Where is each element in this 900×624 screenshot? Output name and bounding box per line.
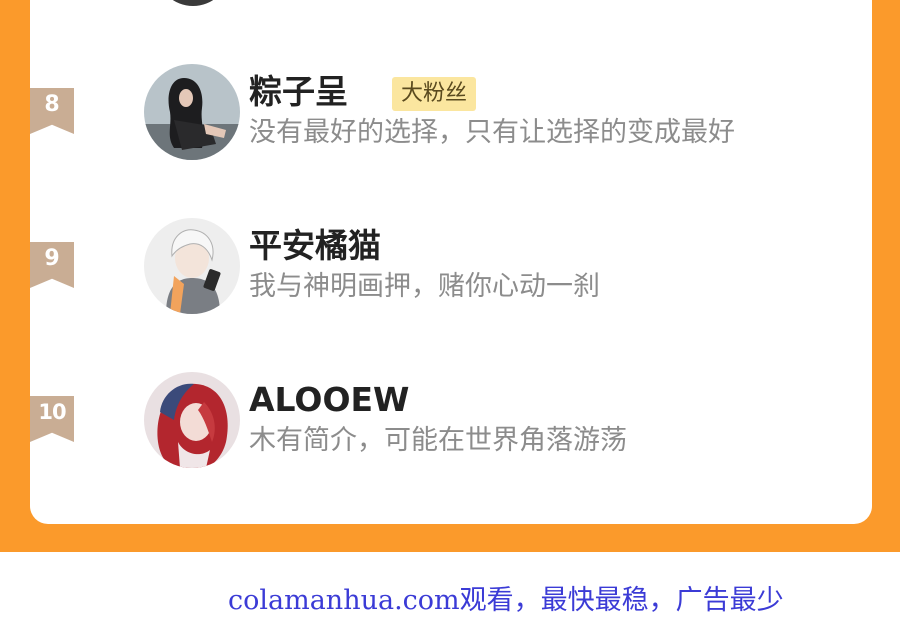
rank-badge: 10 bbox=[30, 396, 74, 442]
user-name[interactable]: ALOOEW bbox=[249, 380, 409, 420]
avatar-white-hair-boy-icon[interactable] bbox=[144, 218, 240, 314]
fan-level-tag: 大粉丝 bbox=[392, 77, 477, 111]
ranking-row-10[interactable]: 10 ALOOEW 木有简介，可能在世界角落游荡 bbox=[0, 368, 900, 478]
ranking-row-8[interactable]: 8 粽子呈 大粉丝 没有最好的选择，只有让选择的变成最好 bbox=[0, 60, 900, 170]
rank-number: 10 bbox=[38, 400, 66, 424]
avatar-red-hair-girl-icon[interactable] bbox=[144, 372, 240, 468]
user-bio: 木有简介，可能在世界角落游荡 bbox=[249, 425, 627, 456]
rank-badge: 8 bbox=[30, 88, 74, 134]
user-name[interactable]: 粽子呈 bbox=[249, 72, 348, 112]
rank-number: 8 bbox=[44, 92, 60, 117]
user-bio: 我与神明画押，赌你心动一刹 bbox=[249, 271, 600, 302]
avatar-girl-dark-hair-icon[interactable] bbox=[144, 64, 240, 160]
user-name[interactable]: 平安橘猫 bbox=[249, 226, 381, 266]
footer-banner: colamanhua.com观看，最快最稳，广告最少 bbox=[0, 552, 900, 624]
footer-watermark-text: colamanhua.com观看，最快最稳，广告最少 bbox=[228, 585, 784, 616]
rank-badge: 9 bbox=[30, 242, 74, 288]
ranking-row-9[interactable]: 9 平安橘猫 我与神明画押，赌你心动一刹 bbox=[0, 214, 900, 324]
rank-number: 9 bbox=[44, 246, 60, 271]
user-bio: 没有最好的选择，只有让选择的变成最好 bbox=[249, 117, 735, 148]
